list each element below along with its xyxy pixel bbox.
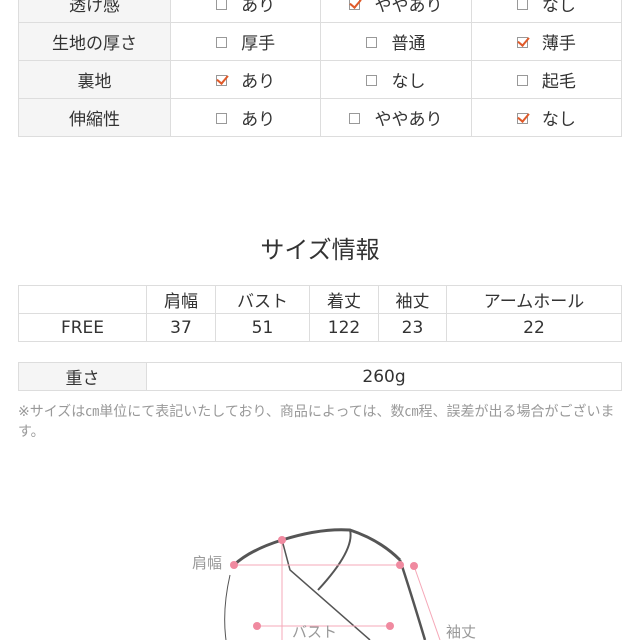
front-line [281, 539, 371, 640]
option-label: 起毛 [541, 72, 576, 92]
attribute-row: 裏地 あり なし 起毛 [18, 60, 623, 99]
option-label: ややあり [374, 110, 443, 130]
size-cell: FREE [18, 313, 147, 342]
attribute-option: あり [169, 0, 322, 23]
attribute-option: 厚手 [169, 22, 322, 61]
attribute-label: 裏地 [18, 60, 171, 99]
unchecked-checkbox-icon [216, 113, 228, 124]
attribute-option: なし [470, 0, 623, 23]
sleeve-label: 袖丈 [446, 623, 476, 640]
marker-dot [396, 561, 404, 569]
size-cell: 122 [309, 313, 379, 342]
size-row: FREE 37 51 122 23 22 [18, 313, 622, 342]
size-cell: 37 [146, 313, 216, 342]
attribute-option: ややあり [320, 0, 472, 23]
collar-line [232, 528, 402, 567]
marker-dot [230, 561, 238, 569]
unchecked-checkbox-icon [366, 37, 378, 48]
size-info-title: サイズ情報 [260, 236, 380, 264]
weight-label: 重さ [18, 362, 147, 391]
size-table: 肩幅 バスト 着丈 袖丈 アームホール FREE 37 51 122 23 22 [18, 285, 622, 342]
attribute-option: あり [169, 60, 322, 99]
size-header-cell: 袖丈 [378, 285, 447, 314]
option-label: なし [391, 72, 426, 92]
marker-dot [278, 536, 286, 544]
checked-checkbox-icon [349, 0, 361, 10]
sleeve-measure [413, 565, 441, 640]
marker-dot [410, 562, 418, 570]
attribute-label: 生地の厚さ [18, 22, 171, 61]
unchecked-checkbox-icon [516, 75, 528, 86]
size-header-cell: バスト [215, 285, 310, 314]
unchecked-checkbox-icon [216, 0, 228, 10]
weight-table: 重さ 260g [18, 362, 622, 391]
attribute-option: あり [169, 98, 322, 137]
option-label: 薄手 [541, 34, 576, 54]
attribute-option: ややあり [320, 98, 472, 137]
option-label: 厚手 [241, 34, 276, 54]
option-label: あり [241, 0, 276, 16]
size-note: ※サイズは㎝単位にて表記いたしており、商品によっては、数㎝程、誤差が出る場合がご… [18, 404, 615, 440]
option-label: あり [241, 72, 276, 92]
attribute-option: なし [320, 60, 472, 99]
option-label: ややあり [374, 0, 443, 16]
sleeve-line [398, 559, 427, 640]
checked-checkbox-icon [516, 113, 528, 124]
unchecked-checkbox-icon [349, 113, 361, 124]
unchecked-checkbox-icon [366, 75, 378, 86]
size-cell: 51 [215, 313, 310, 342]
attribute-row: 伸縮性 あり ややあり なし [18, 98, 623, 137]
attribute-row: 透け感 あり ややあり なし [18, 0, 623, 23]
size-header-cell [18, 285, 147, 314]
attribute-option: 起毛 [470, 60, 623, 99]
attribute-option: なし [470, 98, 623, 137]
fabric-attributes-table: 透け感 あり ややあり なし 生地の厚さ 厚手 普通 薄手 裏地 あり なし 起毛 伸縮性 あり ややありな… [18, 0, 623, 137]
size-cell: 22 [446, 313, 622, 342]
size-header-cell: 着丈 [309, 285, 379, 314]
shoulder-label: 肩幅 [192, 554, 222, 572]
attribute-option: 薄手 [470, 22, 623, 61]
bust-label: バスト [292, 623, 337, 640]
size-cell: 23 [378, 313, 447, 342]
attribute-option: 普通 [320, 22, 472, 61]
left-side-line [224, 574, 231, 640]
attribute-label: 透け感 [18, 0, 171, 23]
lapel-line [317, 529, 352, 591]
attribute-label: 伸縮性 [18, 98, 171, 137]
size-header-row: 肩幅 バスト 着丈 袖丈 アームホール [18, 285, 622, 314]
checked-checkbox-icon [216, 75, 228, 86]
size-header-cell: アームホール [446, 285, 622, 314]
marker-dot [253, 622, 261, 630]
checked-checkbox-icon [516, 37, 528, 48]
marker-dot [386, 622, 394, 630]
attribute-row: 生地の厚さ 厚手 普通 薄手 [18, 22, 623, 61]
size-header-cell: 肩幅 [146, 285, 216, 314]
weight-value: 260g [146, 362, 622, 391]
option-label: なし [541, 110, 576, 130]
option-label: なし [541, 0, 576, 16]
unchecked-checkbox-icon [216, 37, 228, 48]
unchecked-checkbox-icon [516, 0, 528, 10]
option-label: 普通 [391, 34, 426, 54]
option-label: あり [241, 110, 276, 130]
